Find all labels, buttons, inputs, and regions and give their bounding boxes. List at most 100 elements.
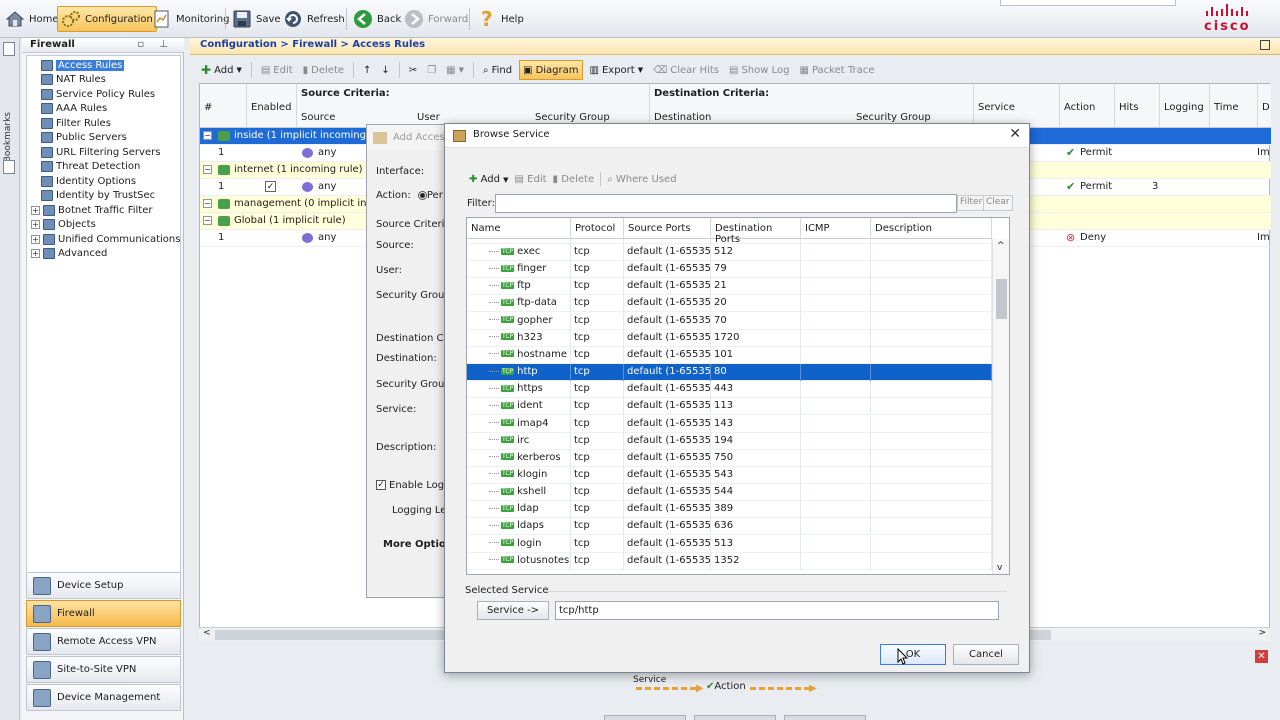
- filter-button[interactable]: Filter: [957, 195, 986, 211]
- service-row[interactable]: TCP kerberos tcp default (1-65535) 750: [467, 449, 992, 467]
- service-row[interactable]: TCP irc tcp default (1-65535) 194: [467, 432, 992, 450]
- column-header-source_ports[interactable]: Source Ports: [624, 218, 711, 239]
- home-button[interactable]: Home: [2, 6, 62, 32]
- refresh-button[interactable]: Refresh: [280, 6, 348, 32]
- column-header-dest_ports[interactable]: Destination Ports: [711, 218, 801, 245]
- expand-icon[interactable]: +: [31, 205, 40, 215]
- tree-item[interactable]: NAT Rules: [41, 73, 106, 87]
- service-row[interactable]: TCP ldap tcp default (1-65535) 389: [467, 501, 992, 519]
- find-button[interactable]: ⌕ Find: [480, 60, 515, 80]
- tree-item[interactable]: Identity Options: [41, 174, 136, 188]
- service-row[interactable]: TCP ident tcp default (1-65535) 113: [467, 398, 992, 416]
- expand-icon[interactable]: +: [31, 249, 40, 258]
- vertical-scrollbar[interactable]: ^ v: [992, 239, 1009, 574]
- service-row[interactable]: TCP ldaps tcp default (1-65535) 636: [467, 518, 992, 536]
- move-down-button[interactable]: ↓: [378, 60, 392, 80]
- service-row[interactable]: TCP login tcp default (1-65535) 513: [467, 535, 992, 553]
- column-header-protocol[interactable]: Protocol: [571, 218, 624, 239]
- tree-item[interactable]: Identity by TrustSec: [41, 189, 155, 203]
- column-header-icmp[interactable]: ICMP: [801, 218, 871, 239]
- configuration-button[interactable]: Configuration: [57, 6, 157, 32]
- column-header-hits[interactable]: Hits: [1115, 84, 1160, 128]
- service-row[interactable]: TCP klogin tcp default (1-65535) 543: [467, 466, 992, 484]
- tree-item[interactable]: AAA Rules: [41, 102, 107, 116]
- tree-item[interactable]: + Unified Communications: [31, 232, 180, 246]
- search-field[interactable]: [1000, 0, 1176, 6]
- cut-button[interactable]: ✂: [406, 60, 420, 80]
- column-header-name[interactable]: Name: [467, 218, 571, 239]
- selected-service-field[interactable]: tcp/http: [555, 601, 999, 620]
- column-header-num[interactable]: #: [200, 84, 247, 128]
- breadcrumb-text[interactable]: Configuration > Firewall > Access Rules: [200, 39, 425, 50]
- bookmarks-tab[interactable]: Bookmarks: [3, 112, 13, 162]
- service-row[interactable]: TCP https tcp default (1-65535) 443: [467, 381, 992, 399]
- enabled-checkbox[interactable]: ✓: [265, 181, 276, 192]
- service-add-button[interactable]: Service ->: [477, 601, 549, 620]
- dest-security-group-header-label[interactable]: Security Group: [856, 112, 931, 123]
- tree-item[interactable]: + Advanced: [31, 247, 107, 261]
- service-row[interactable]: TCP imap4 tcp default (1-65535) 143: [467, 415, 992, 433]
- scroll-thumb[interactable]: [996, 279, 1007, 319]
- expand-icon[interactable]: +: [31, 220, 40, 229]
- packet-trace-button[interactable]: ▦ Packet Trace: [796, 60, 877, 80]
- add-rule-button[interactable]: ✚ Add ▼: [198, 60, 245, 80]
- edit-rule-button[interactable]: ▤ Edit: [258, 60, 296, 80]
- monitoring-button[interactable]: Monitoring: [149, 6, 232, 32]
- nav-section-button[interactable]: Remote Access VPN: [26, 628, 181, 655]
- service-row[interactable]: TCP hostname tcp default (1-65535) 101: [467, 346, 992, 364]
- diagram-button[interactable]: ▣ Diagram: [519, 60, 583, 80]
- expand-icon[interactable]: +: [31, 234, 40, 244]
- column-header-description[interactable]: Description: [871, 218, 992, 239]
- save-button[interactable]: Save: [229, 6, 284, 32]
- collapse-icon[interactable]: −: [203, 131, 212, 140]
- user-header-label[interactable]: User: [417, 112, 440, 123]
- cancel-button[interactable]: Cancel: [953, 644, 1019, 665]
- collapse-icon[interactable]: −: [203, 165, 212, 174]
- maximize-icon[interactable]: [1260, 40, 1270, 50]
- service-row[interactable]: TCP exec tcp default (1-65535) 512: [467, 244, 992, 261]
- forward-button[interactable]: Forward: [401, 6, 471, 32]
- service-row[interactable]: TCP finger tcp default (1-65535) 79: [467, 261, 992, 279]
- move-up-button[interactable]: ↑: [360, 60, 374, 80]
- column-header-logging[interactable]: Logging: [1160, 84, 1210, 128]
- security-group-header-label[interactable]: Security Group: [535, 112, 610, 123]
- service-row[interactable]: TCP http tcp default (1-65535) 80: [467, 364, 992, 382]
- tree-item[interactable]: URL Filtering Servers: [41, 145, 160, 159]
- column-header-action[interactable]: Action: [1060, 84, 1115, 128]
- permit-radio[interactable]: [417, 190, 427, 200]
- show-log-button[interactable]: ▤ Show Log: [726, 60, 792, 80]
- scroll-down-icon[interactable]: v: [997, 563, 1002, 573]
- nav-section-button[interactable]: Device Management: [26, 684, 181, 711]
- clear-hits-button[interactable]: ⌫ Clear Hits: [650, 60, 722, 80]
- more-options-toggle[interactable]: More Option: [383, 539, 453, 550]
- add-service-button[interactable]: ✚ Add ▼: [469, 174, 509, 185]
- collapse-icon[interactable]: −: [203, 199, 212, 208]
- bookmark-icon[interactable]: [3, 42, 15, 56]
- pin-icon[interactable]: ▫ ⊥: [137, 39, 174, 50]
- column-header-time[interactable]: Time: [1210, 84, 1258, 128]
- close-icon[interactable]: ✕: [1009, 126, 1021, 142]
- nav-section-button[interactable]: Site-to-Site VPN: [26, 656, 181, 683]
- service-row[interactable]: TCP gopher tcp default (1-65535) 70: [467, 312, 992, 330]
- collapse-icon[interactable]: −: [203, 216, 212, 225]
- nav-section-button[interactable]: Firewall: [26, 600, 181, 627]
- source-header-label[interactable]: Source: [301, 112, 335, 123]
- service-row[interactable]: TCP lotusnotes tcp default (1-65535) 1352: [467, 552, 992, 570]
- column-header-service[interactable]: Service: [974, 84, 1060, 128]
- copy-button[interactable]: ❐: [424, 60, 439, 80]
- tree-item[interactable]: Public Servers: [41, 131, 127, 145]
- delete-service-button[interactable]: ▮ Delete: [553, 174, 595, 185]
- service-row[interactable]: TCP ftp tcp default (1-65535) 21: [467, 278, 992, 296]
- bookmark-list-icon[interactable]: [3, 160, 15, 174]
- paste-button[interactable]: ▦ ▼: [443, 60, 467, 80]
- filter-input[interactable]: [495, 194, 957, 213]
- export-button[interactable]: ▥ Export ▼: [587, 60, 647, 80]
- service-row[interactable]: TCP ftp-data tcp default (1-65535) 20: [467, 295, 992, 313]
- column-header-enabled[interactable]: Enabled: [247, 84, 297, 128]
- diagram-button-3[interactable]: [784, 715, 866, 720]
- scroll-up-icon[interactable]: ^: [997, 241, 1005, 251]
- destination-header-label[interactable]: Destination: [654, 112, 711, 123]
- back-button[interactable]: Back: [350, 6, 404, 32]
- where-used-button[interactable]: ⌕ Where Used: [607, 174, 676, 185]
- tree-item[interactable]: Service Policy Rules: [41, 87, 155, 101]
